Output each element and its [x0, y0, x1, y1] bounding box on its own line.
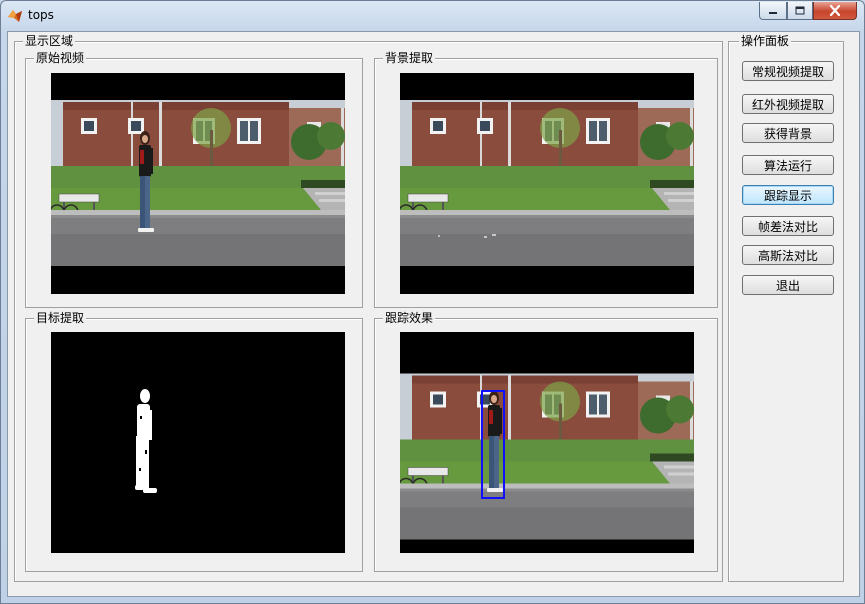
maximize-button[interactable]	[787, 2, 813, 20]
target-mask-frame	[51, 332, 345, 553]
infrared-video-extract-button[interactable]: 红外视频提取	[742, 94, 834, 114]
maximize-icon	[795, 6, 805, 15]
target-extract-title: 目标提取	[34, 310, 87, 326]
original-scene-image	[51, 100, 345, 266]
display-area-title: 显示区域	[23, 33, 76, 49]
close-icon	[829, 5, 841, 16]
close-button[interactable]	[813, 2, 857, 20]
foreground-mask-image	[135, 389, 157, 493]
tracking-display-button[interactable]: 跟踪显示	[742, 185, 834, 205]
original-video-frame	[51, 73, 345, 294]
tracking-bounding-box	[481, 390, 505, 499]
tracking-scene-image	[400, 360, 694, 553]
tracking-result-panel: 跟踪效果	[374, 310, 718, 572]
get-background-button[interactable]: 获得背景	[742, 123, 834, 143]
figure-client-area: 显示区域 原始视频 背景提取 目标提取 跟踪效果 操作面板 常规视频提取 红外视…	[7, 31, 860, 597]
frame-difference-compare-button[interactable]: 帧差法对比	[742, 216, 834, 236]
background-scene-image	[400, 100, 694, 266]
regular-video-extract-button[interactable]: 常规视频提取	[742, 61, 834, 81]
window-title: tops	[28, 8, 54, 22]
target-extract-panel: 目标提取	[25, 310, 363, 572]
original-video-title: 原始视频	[34, 50, 87, 66]
tracking-result-title: 跟踪效果	[383, 310, 436, 326]
display-area-panel: 显示区域 原始视频 背景提取 目标提取 跟踪效果	[14, 33, 723, 582]
pedestrian-figure	[135, 130, 155, 242]
gaussian-compare-button[interactable]: 高斯法对比	[742, 245, 834, 265]
title-bar[interactable]: tops	[1, 1, 864, 31]
tracking-video-frame	[400, 332, 694, 553]
exit-button[interactable]: 退出	[742, 275, 834, 295]
original-video-panel: 原始视频	[25, 50, 363, 308]
matlab-icon	[8, 10, 22, 22]
minimize-icon	[769, 11, 777, 14]
background-video-frame	[400, 73, 694, 294]
control-panel-title: 操作面板	[739, 33, 792, 49]
minimize-button[interactable]	[759, 2, 787, 20]
app-window: tops 显示区域 原始视频 背景提取 目标提取 跟踪效果 操作面板 常规视频提…	[0, 0, 865, 604]
background-extract-title: 背景提取	[383, 50, 436, 66]
run-algorithm-button[interactable]: 算法运行	[742, 155, 834, 175]
background-extract-panel: 背景提取	[374, 50, 718, 308]
